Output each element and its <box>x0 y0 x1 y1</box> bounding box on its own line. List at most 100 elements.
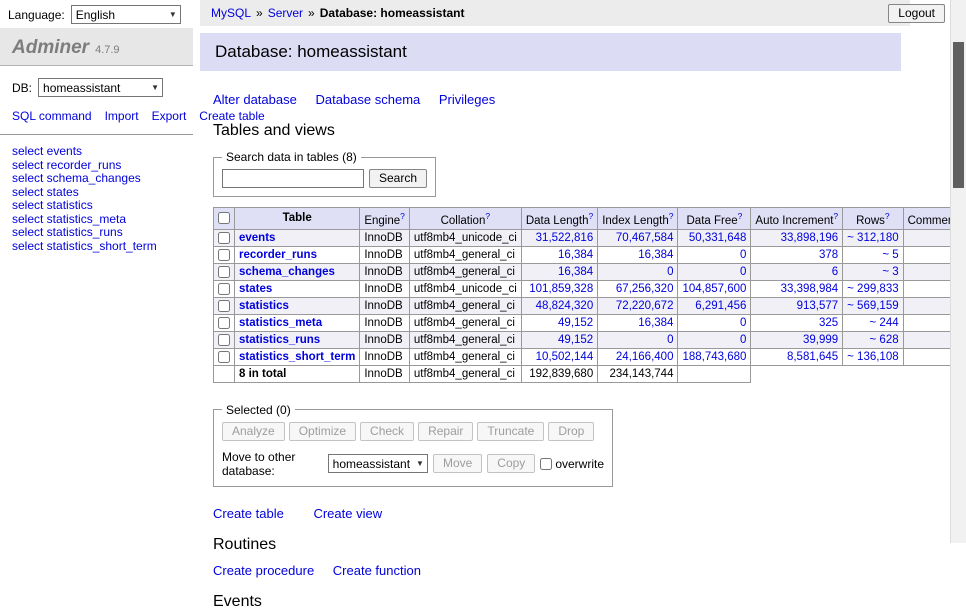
help-icon[interactable]: ? <box>669 211 674 221</box>
auto-increment-link[interactable]: 8,581,645 <box>787 351 838 363</box>
index-length-link[interactable]: 24,166,400 <box>616 351 674 363</box>
breadcrumb-server-link[interactable]: Server <box>268 6 303 20</box>
help-icon[interactable]: ? <box>885 211 890 221</box>
search-input[interactable] <box>222 169 364 188</box>
language-select[interactable]: English ▼ <box>71 5 181 24</box>
sidebar-table-link-statistics-short-term[interactable]: select statistics_short_term <box>12 240 181 254</box>
help-icon[interactable]: ? <box>833 211 838 221</box>
select-all-checkbox[interactable] <box>218 212 230 224</box>
sidebar-table-link-events[interactable]: select events <box>12 145 181 159</box>
db-select[interactable]: homeassistant ▼ <box>38 78 163 97</box>
auto-increment-link[interactable]: 325 <box>819 317 838 329</box>
sidebar-table-link-statistics-meta[interactable]: select statistics_meta <box>12 213 181 227</box>
index-length-link[interactable]: 16,384 <box>638 249 673 261</box>
analyze-button[interactable]: Analyze <box>222 422 285 441</box>
data-length-link[interactable]: 48,824,320 <box>536 300 594 312</box>
rows-count-link[interactable]: ~ 3 <box>882 266 898 278</box>
index-length-link[interactable]: 67,256,320 <box>616 283 674 295</box>
row-checkbox[interactable] <box>218 232 230 244</box>
rows-count-link[interactable]: ~ 136,108 <box>847 351 898 363</box>
index-length-link[interactable]: 0 <box>667 334 673 346</box>
move-button[interactable]: Move <box>433 454 482 473</box>
logout-button[interactable]: Logout <box>888 4 945 23</box>
data-length-link[interactable]: 10,502,144 <box>536 351 594 363</box>
breadcrumb-mysql-link[interactable]: MySQL <box>211 6 251 20</box>
auto-increment-link[interactable]: 33,898,196 <box>781 232 839 244</box>
create-view-link[interactable]: Create view <box>313 506 382 521</box>
row-checkbox[interactable] <box>218 249 230 261</box>
truncate-button[interactable]: Truncate <box>477 422 544 441</box>
data-length-link[interactable]: 31,522,816 <box>536 232 594 244</box>
table-name-link[interactable]: recorder_runs <box>239 249 317 261</box>
data-free-link[interactable]: 0 <box>740 334 746 346</box>
help-icon[interactable]: ? <box>485 211 490 221</box>
database-schema-link[interactable]: Database schema <box>315 92 420 107</box>
alter-database-link[interactable]: Alter database <box>213 92 297 107</box>
check-button[interactable]: Check <box>360 422 414 441</box>
privileges-link[interactable]: Privileges <box>439 92 495 107</box>
row-checkbox[interactable] <box>218 334 230 346</box>
rows-count-link[interactable]: ~ 628 <box>870 334 899 346</box>
sidebar-table-link-statistics[interactable]: select statistics <box>12 199 181 213</box>
rows-count-link[interactable]: ~ 569,159 <box>847 300 898 312</box>
data-free-link[interactable]: 188,743,680 <box>682 351 746 363</box>
data-length-link[interactable]: 101,859,328 <box>529 283 593 295</box>
sidebar-sql-command-link[interactable]: SQL command <box>12 109 92 123</box>
sidebar-import-link[interactable]: Import <box>105 109 139 123</box>
row-checkbox[interactable] <box>218 300 230 312</box>
data-free-link[interactable]: 0 <box>740 317 746 329</box>
auto-increment-link[interactable]: 33,398,984 <box>781 283 839 295</box>
optimize-button[interactable]: Optimize <box>289 422 356 441</box>
copy-button[interactable]: Copy <box>487 454 535 473</box>
auto-increment-link[interactable]: 39,999 <box>803 334 838 346</box>
index-length-link[interactable]: 72,220,672 <box>616 300 674 312</box>
table-name-link[interactable]: statistics <box>239 300 289 312</box>
create-table-link[interactable]: Create table <box>213 506 284 521</box>
sidebar-export-link[interactable]: Export <box>152 109 187 123</box>
scrollbar-thumb[interactable] <box>953 42 964 188</box>
table-name-link[interactable]: statistics_runs <box>239 334 320 346</box>
row-checkbox[interactable] <box>218 317 230 329</box>
move-database-select[interactable]: homeassistant ▼ <box>328 454 428 473</box>
rows-count-link[interactable]: ~ 244 <box>870 317 899 329</box>
table-name-link[interactable]: events <box>239 232 275 244</box>
auto-increment-link[interactable]: 913,577 <box>797 300 839 312</box>
data-free-link[interactable]: 6,291,456 <box>695 300 746 312</box>
rows-count-link[interactable]: ~ 299,833 <box>847 283 898 295</box>
help-icon[interactable]: ? <box>400 211 405 221</box>
data-free-link[interactable]: 0 <box>740 266 746 278</box>
create-procedure-link[interactable]: Create procedure <box>213 563 314 578</box>
overwrite-checkbox[interactable] <box>540 458 552 470</box>
auto-increment-link[interactable]: 6 <box>832 266 838 278</box>
table-name-link[interactable]: schema_changes <box>239 266 335 278</box>
index-length-link[interactable]: 16,384 <box>638 317 673 329</box>
create-function-link[interactable]: Create function <box>333 563 421 578</box>
data-length-link[interactable]: 49,152 <box>558 334 593 346</box>
row-checkbox[interactable] <box>218 283 230 295</box>
rows-count-link[interactable]: ~ 5 <box>882 249 898 261</box>
data-free-link[interactable]: 0 <box>740 249 746 261</box>
data-free-link[interactable]: 104,857,600 <box>682 283 746 295</box>
data-length-link[interactable]: 49,152 <box>558 317 593 329</box>
table-name-link[interactable]: states <box>239 283 272 295</box>
row-checkbox[interactable] <box>218 351 230 363</box>
row-checkbox[interactable] <box>218 266 230 278</box>
sidebar-table-link-states[interactable]: select states <box>12 186 181 200</box>
search-button[interactable]: Search <box>369 169 427 188</box>
table-name-link[interactable]: statistics_short_term <box>239 351 355 363</box>
repair-button[interactable]: Repair <box>418 422 473 441</box>
data-length-link[interactable]: 16,384 <box>558 249 593 261</box>
data-free-link[interactable]: 50,331,648 <box>689 232 747 244</box>
index-length-link[interactable]: 70,467,584 <box>616 232 674 244</box>
sidebar-table-link-statistics-runs[interactable]: select statistics_runs <box>12 226 181 240</box>
table-name-link[interactable]: statistics_meta <box>239 317 322 329</box>
data-length-link[interactable]: 16,384 <box>558 266 593 278</box>
auto-increment-link[interactable]: 378 <box>819 249 838 261</box>
index-length-link[interactable]: 0 <box>667 266 673 278</box>
sidebar-table-link-recorder-runs[interactable]: select recorder_runs <box>12 159 181 173</box>
overwrite-option[interactable]: overwrite <box>540 457 604 471</box>
drop-button[interactable]: Drop <box>548 422 594 441</box>
vertical-scrollbar[interactable] <box>950 0 966 543</box>
rows-count-link[interactable]: ~ 312,180 <box>847 232 898 244</box>
help-icon[interactable]: ? <box>588 211 593 221</box>
